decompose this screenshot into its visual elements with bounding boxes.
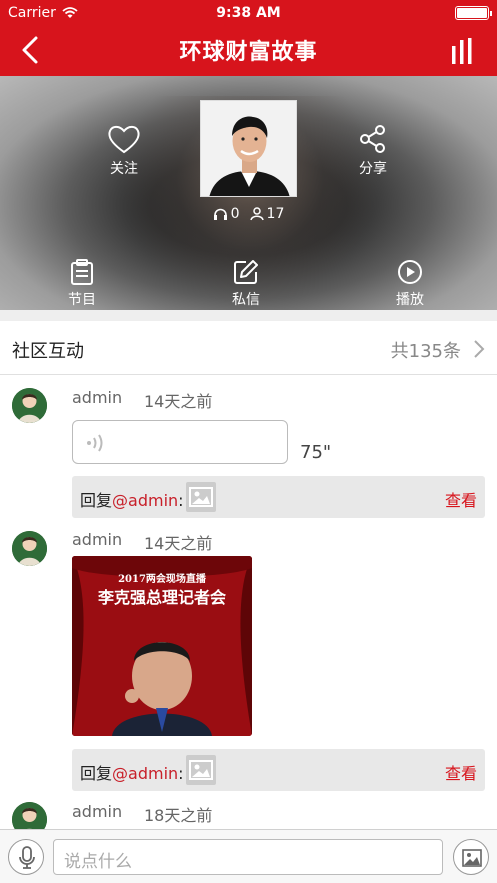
follow-button[interactable]: 关注 (94, 124, 154, 178)
play-button[interactable]: 播放 (380, 259, 440, 309)
bars-icon (452, 38, 472, 64)
section-divider (0, 310, 497, 321)
post-time: 14天之前 (144, 534, 213, 553)
headphones-icon (213, 208, 227, 220)
reply-prefix: 回复 (80, 764, 113, 783)
reply-prefix: 回复 (80, 491, 113, 510)
clipboard-icon (71, 259, 93, 285)
post-avatar[interactable] (12, 388, 47, 423)
reply-bar[interactable]: 回复@admin: 查看 (72, 749, 485, 791)
community-header[interactable]: 社区互动 共135条 (0, 321, 497, 375)
reply-text: 回复@admin: (80, 487, 184, 511)
view-reply-button[interactable]: 查看 (445, 487, 477, 511)
play-circle-icon (398, 260, 422, 284)
view-reply-button[interactable]: 查看 (445, 760, 477, 784)
post-username[interactable]: admin (72, 530, 122, 549)
image-icon (189, 760, 213, 780)
message-button[interactable]: 私信 (216, 259, 276, 309)
user-avatar-image (12, 388, 47, 423)
follower-count: 17 (266, 206, 285, 222)
image-caption-small: 2017两会现场直播 (118, 574, 206, 585)
host-portrait (201, 101, 296, 196)
programs-button[interactable]: 节目 (52, 259, 112, 309)
profile-hero: 关注 分享 0 17 节目 私信 播放 (0, 76, 497, 310)
image-upload-button[interactable] (453, 839, 489, 875)
sound-wave-icon (87, 434, 103, 452)
reply-image-placeholder[interactable] (186, 755, 216, 785)
share-button[interactable]: 分享 (343, 124, 403, 178)
reply-image-placeholder[interactable] (186, 482, 216, 512)
post-image[interactable]: 2017两会现场直播 李克强总理记者会 (72, 556, 252, 736)
post-username[interactable]: admin (72, 802, 122, 821)
programs-label: 节目 (68, 292, 96, 308)
user-avatar-image (12, 531, 47, 566)
host-stats: 0 17 (0, 206, 497, 222)
post-avatar[interactable] (12, 531, 47, 566)
menu-button[interactable] (451, 38, 473, 64)
post-username[interactable]: admin (72, 388, 122, 407)
top-bar: Carrier 9:38 AM 环球财富故事 (0, 0, 497, 76)
community-count: 共135条 (390, 341, 461, 362)
voice-message[interactable] (72, 420, 288, 464)
host-avatar (200, 100, 297, 197)
voice-input-button[interactable] (8, 839, 44, 875)
chevron-right-icon (474, 340, 485, 358)
status-time: 9:38 AM (216, 5, 281, 21)
play-label: 播放 (396, 292, 424, 308)
reply-text: 回复@admin: (80, 760, 184, 784)
image-icon (189, 487, 213, 507)
battery-icon (455, 6, 492, 20)
message-label: 私信 (232, 292, 260, 308)
reply-bar[interactable]: 回复@admin: 查看 (72, 476, 485, 518)
edit-icon (234, 260, 258, 284)
listen-count: 0 (230, 206, 240, 222)
image-caption-big: 李克强总理记者会 (97, 588, 226, 607)
listen-stat: 0 (213, 206, 240, 222)
reply-mention[interactable]: @admin (112, 491, 178, 510)
share-label: 分享 (359, 161, 387, 177)
person-icon (249, 207, 264, 221)
microphone-icon (19, 846, 35, 869)
comment-composer: 说点什么 (0, 829, 497, 883)
comment-input[interactable]: 说点什么 (53, 839, 443, 875)
community-title: 社区互动 (12, 341, 84, 362)
image-icon (462, 849, 482, 867)
voice-duration: 75" (300, 442, 332, 463)
follow-label: 关注 (110, 161, 138, 177)
post-time: 18天之前 (144, 806, 213, 825)
reply-mention[interactable]: @admin (112, 764, 178, 783)
heart-icon (108, 125, 140, 154)
follower-stat: 17 (249, 206, 285, 222)
page-title: 环球财富故事 (179, 40, 318, 65)
share-icon (360, 125, 385, 153)
status-bar: Carrier 9:38 AM (0, 0, 497, 26)
post-time: 14天之前 (144, 392, 213, 411)
reply-colon: : (178, 764, 184, 783)
reply-colon: : (178, 491, 184, 510)
